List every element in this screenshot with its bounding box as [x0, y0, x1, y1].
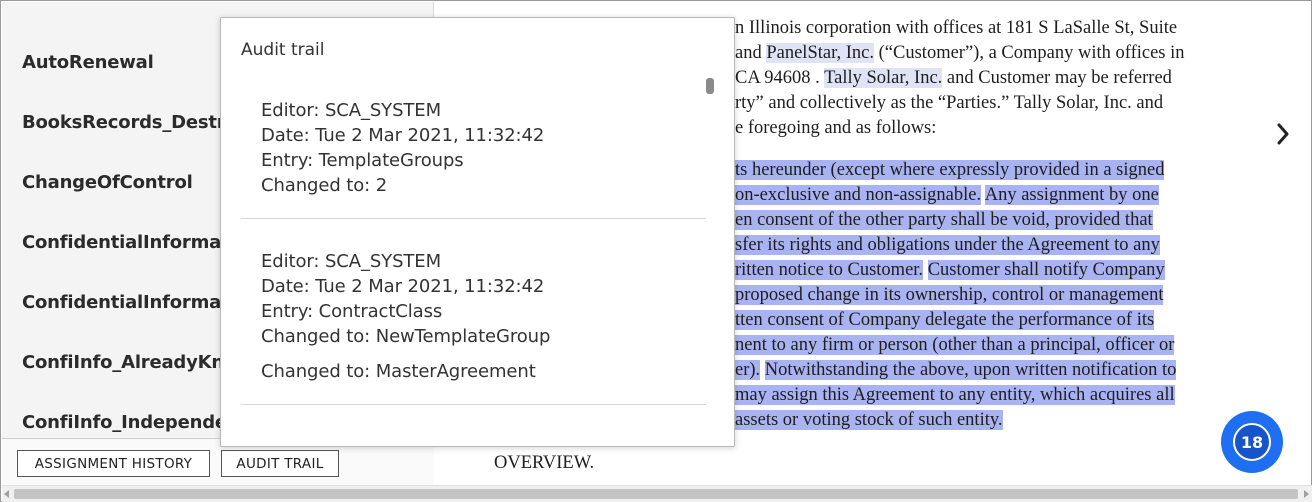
highlighted-clause[interactable]: er). [735, 360, 761, 380]
scroll-right-icon[interactable] [1304, 490, 1309, 498]
highlighted-clause[interactable]: Any assignment by one [984, 185, 1159, 205]
annotation-count-badge[interactable]: 18 [1221, 411, 1283, 473]
document-line: nent to any firm or person (other than a… [735, 335, 1175, 356]
document-line: assets or voting stock of such entity. [735, 410, 1003, 431]
document-line: proposed change in its ownership, contro… [735, 285, 1164, 306]
text-segment [923, 260, 928, 280]
highlighted-clause[interactable]: Tally Solar, Inc. [824, 68, 943, 88]
document-line: CA 94608 . Tally Solar, Inc. and Custome… [735, 68, 1172, 89]
entry-editor: Editor: SCA_SYSTEM [261, 251, 441, 272]
entry-changed-to: Changed to: NewTemplateGroup [261, 326, 551, 347]
document-line: ts hereunder (except where expressly pro… [735, 160, 1165, 181]
highlighted-clause[interactable]: nent to any firm or person (other than a… [735, 335, 1175, 355]
horizontal-scrollbar[interactable] [2, 485, 1312, 502]
highlighted-clause[interactable]: proposed change in its ownership, contro… [735, 285, 1164, 305]
document-line: e foregoing and as follows: [735, 118, 936, 139]
text-segment: e foregoing and as follows: [735, 118, 937, 138]
assignment-history-button[interactable]: ASSIGNMENT HISTORY [17, 450, 210, 477]
document-line: rty” and collectively as the “Parties.” … [735, 93, 1163, 114]
scrollbar-thumb[interactable] [14, 489, 1298, 499]
highlighted-clause[interactable]: sfer its rights and obligations under th… [735, 235, 1160, 255]
scroll-left-icon[interactable] [4, 490, 9, 498]
document-line: and PanelStar, Inc. (“Customer”), a Comp… [735, 43, 1185, 64]
document-line: on-exclusive and non-assignable. Any ass… [735, 185, 1159, 206]
highlighted-clause[interactable]: assets or voting stock of such entity. [735, 410, 1003, 430]
highlighted-clause[interactable]: ts hereunder (except where expressly pro… [735, 160, 1165, 180]
section-heading-overview: OVERVIEW. [494, 453, 595, 473]
chevron-right-icon[interactable] [1271, 120, 1295, 148]
entry-divider [241, 404, 706, 405]
badge-count: 18 [1233, 423, 1271, 461]
highlighted-clause[interactable]: ritten notice to Customer. [735, 260, 924, 280]
entry-field: Entry: TemplateGroups [261, 150, 464, 171]
audit-trail-button[interactable]: AUDIT TRAIL [221, 450, 339, 477]
text-segment: (“Customer”), a Company with offices in [874, 43, 1185, 63]
document-line: sfer its rights and obligations under th… [735, 235, 1160, 256]
highlighted-clause[interactable]: Notwithstanding the above, upon written … [764, 360, 1177, 380]
popup-title: Audit trail [241, 40, 325, 60]
document-line: n Illinois corporation with offices at 1… [735, 18, 1177, 39]
entry-date: Date: Tue 2 Mar 2021, 11:32:42 [261, 276, 545, 297]
highlighted-clause[interactable]: PanelStar, Inc. [766, 43, 875, 63]
entry-changed-to: Changed to: MasterAgreement [261, 361, 536, 382]
highlighted-clause[interactable]: Customer shall notify Company [927, 260, 1165, 280]
popup-scrollbar-thumb[interactable] [706, 78, 714, 94]
document-line: may assign this Agreement to any entity,… [735, 385, 1175, 406]
highlighted-clause[interactable]: may assign this Agreement to any entity,… [735, 385, 1175, 405]
entry-changed-to: Changed to: 2 [261, 175, 388, 196]
highlighted-clause[interactable]: tten consent of Company delegate the per… [735, 310, 1155, 330]
document-line: en consent of the other party shall be v… [735, 210, 1153, 231]
document-line: ritten notice to Customer. Customer shal… [735, 260, 1165, 281]
text-segment: CA 94608 . [735, 68, 825, 88]
entry-editor: Editor: SCA_SYSTEM [261, 100, 441, 121]
text-segment: n Illinois corporation with offices at 1… [735, 18, 1178, 38]
entry-date: Date: Tue 2 Mar 2021, 11:32:42 [261, 125, 545, 146]
entry-field: Entry: ContractClass [261, 301, 443, 322]
highlighted-clause[interactable]: on-exclusive and non-assignable. [735, 185, 982, 205]
highlighted-clause[interactable]: en consent of the other party shall be v… [735, 210, 1153, 230]
text-segment: and Customer may be referred [942, 68, 1172, 88]
document-line: er). Notwithstanding the above, upon wri… [735, 360, 1177, 381]
app-window: AutoRenewal BooksRecords_Destro ChangeOf… [0, 0, 1312, 502]
text-segment: rty” and collectively as the “Parties.” … [735, 93, 1164, 113]
entry-divider [241, 218, 706, 219]
text-segment: and [735, 43, 767, 63]
audit-trail-popup: Audit trail Editor: SCA_SYSTEM Date: Tue… [220, 17, 735, 447]
document-line: tten consent of Company delegate the per… [735, 310, 1155, 331]
